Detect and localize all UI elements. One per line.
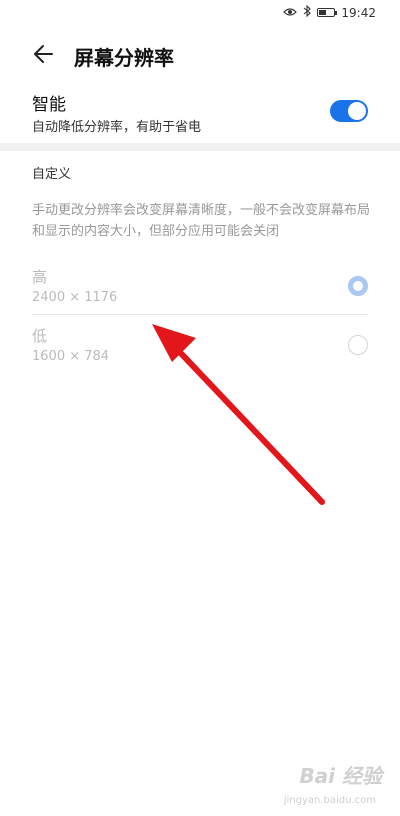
- custom-section-description: 手动更改分辨率会改变屏幕清晰度，一般不会改变屏幕布局和显示的内容大小，但部分应用…: [32, 203, 371, 239]
- status-bar: 19:42: [0, 0, 400, 28]
- option-low-label: 低: [32, 327, 48, 345]
- smart-title: 智能: [32, 95, 66, 115]
- page-title: 屏幕分辨率: [74, 46, 174, 70]
- option-high-label: 高: [32, 268, 48, 286]
- eye-icon: [283, 6, 298, 20]
- option-high-resolution: 2400 × 1176: [32, 290, 118, 305]
- back-button[interactable]: [30, 40, 58, 68]
- smart-toggle[interactable]: [330, 100, 368, 122]
- watermark: Bai 经验 jingyan.baidu.com: [262, 760, 382, 806]
- section-divider: [0, 143, 400, 151]
- radio-high[interactable]: [348, 276, 368, 296]
- watermark-logo: Bai 经验: [299, 764, 382, 788]
- option-divider: [32, 314, 368, 315]
- toggle-knob: [348, 102, 366, 120]
- custom-section-title: 自定义: [32, 167, 72, 182]
- watermark-url: jingyan.baidu.com: [283, 795, 376, 806]
- option-low-resolution: 1600 × 784: [32, 349, 110, 364]
- status-time: 19:42: [341, 5, 376, 20]
- option-low[interactable]: 低 1600 × 784: [0, 323, 400, 381]
- title-bar: 屏幕分辨率: [0, 28, 400, 80]
- arrow-left-icon: [34, 45, 53, 63]
- radio-low[interactable]: [348, 335, 368, 355]
- status-icons: 19:42: [283, 4, 376, 20]
- bluetooth-icon: [303, 4, 312, 20]
- screen: 19:42 屏幕分辨率 智能 自动降低分辨率，有助于省电 自定义 手动更改分辨率…: [0, 0, 400, 816]
- smart-resolution-row[interactable]: 智能 自动降低分辨率，有助于省电: [0, 88, 400, 140]
- battery-icon: [317, 8, 338, 17]
- smart-description: 自动降低分辨率，有助于省电: [32, 120, 202, 135]
